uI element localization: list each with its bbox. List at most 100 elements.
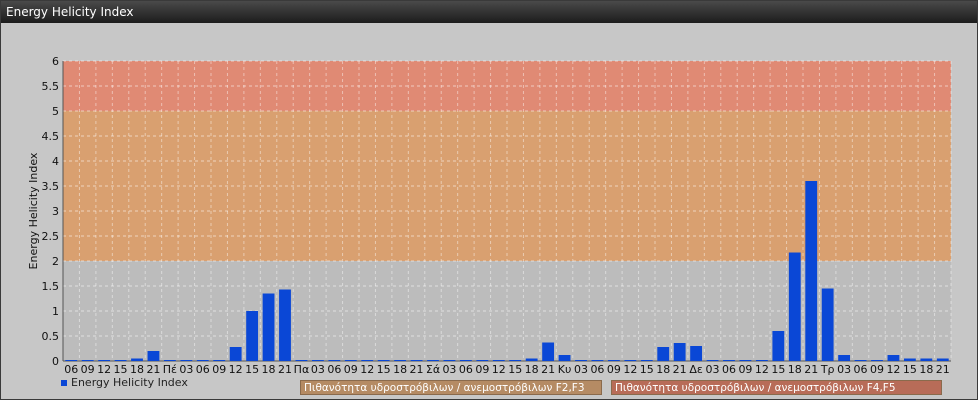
- bar: [936, 358, 949, 361]
- bar: [755, 360, 768, 361]
- bar: [706, 360, 719, 361]
- x-tick-label: Πα: [294, 363, 310, 376]
- bar: [196, 360, 209, 361]
- bar: [509, 360, 522, 361]
- x-tick-label: 03: [179, 363, 193, 376]
- bar: [476, 360, 489, 361]
- x-tick-label: 15: [771, 363, 785, 376]
- x-tick-label: 21: [936, 363, 950, 376]
- bar: [443, 360, 456, 361]
- bar: [114, 360, 127, 361]
- bar: [131, 358, 143, 361]
- bar: [262, 293, 275, 361]
- y-tick-label: 3: [52, 205, 59, 218]
- bar: [887, 355, 900, 361]
- legend-swatch: [61, 379, 67, 386]
- x-tick-label: 03: [837, 363, 851, 376]
- bar: [410, 360, 423, 361]
- bar: [920, 358, 933, 361]
- y-axis-label: Energy Helicity Index: [27, 152, 40, 269]
- y-tick-label: 2.5: [42, 230, 60, 243]
- x-tick-label: 06: [327, 363, 341, 376]
- x-tick-label: 21: [673, 363, 687, 376]
- x-tick-label: 15: [903, 363, 917, 376]
- x-tick-label: Σά: [426, 363, 440, 376]
- x-tick-label: 21: [410, 363, 424, 376]
- bar: [180, 360, 193, 361]
- bar: [427, 360, 439, 361]
- y-tick-label: 6: [52, 55, 59, 68]
- x-tick-label: 09: [344, 363, 358, 376]
- bar: [295, 360, 308, 361]
- y-tick-label: 4.5: [42, 130, 60, 143]
- bar: [805, 181, 818, 361]
- x-tick-label: 06: [854, 363, 868, 376]
- x-tick-label: 15: [245, 363, 259, 376]
- x-tick-label: 18: [919, 363, 933, 376]
- bar: [591, 360, 604, 361]
- bar: [246, 311, 259, 361]
- x-tick-label: 21: [146, 363, 160, 376]
- bar: [657, 347, 670, 361]
- y-tick-label: 2: [52, 255, 59, 268]
- bar: [81, 360, 94, 361]
- window-titlebar: Energy Helicity Index: [1, 1, 977, 23]
- bar: [854, 360, 867, 361]
- bar: [328, 360, 341, 361]
- bar: [640, 360, 653, 361]
- x-tick-label: 09: [212, 363, 226, 376]
- x-tick-label: 18: [393, 363, 407, 376]
- bar: [344, 360, 357, 361]
- x-tick-label: 12: [229, 363, 243, 376]
- y-tick-label: 1.5: [42, 280, 60, 293]
- x-tick-label: Δε: [689, 363, 703, 376]
- x-tick-label: 03: [311, 363, 325, 376]
- x-tick-label: 12: [886, 363, 900, 376]
- bar: [213, 360, 226, 361]
- x-tick-label: 06: [590, 363, 604, 376]
- bar: [903, 358, 916, 361]
- y-tick-label: 0.5: [42, 330, 60, 343]
- bar: [377, 360, 390, 361]
- x-tick-label: 15: [640, 363, 654, 376]
- x-tick-label: 12: [97, 363, 111, 376]
- bar: [575, 360, 587, 361]
- x-tick-label: 03: [574, 363, 588, 376]
- x-tick-label: 09: [81, 363, 95, 376]
- x-tick-label: 09: [738, 363, 752, 376]
- bar: [690, 346, 703, 361]
- bar: [788, 252, 801, 361]
- legend-label: Energy Helicity Index: [71, 376, 188, 389]
- chart-window: Energy Helicity Index 0 0.5 1 1.5 2 2.5 3 3.5 4 4…: [0, 0, 978, 400]
- x-tick-label: 12: [755, 363, 769, 376]
- bar: [673, 343, 686, 361]
- x-tick-label: 06: [196, 363, 210, 376]
- y-tick-label: 1: [52, 305, 59, 318]
- band-label-f2-f3[interactable]: Πιθανότητα υδροστρόβιλων / ανεμοστρόβιλω…: [300, 380, 602, 395]
- bar: [65, 360, 78, 361]
- x-tick-label: Κυ: [558, 363, 572, 376]
- band-label-f4-f5[interactable]: Πιθανότητα υδροστρόβιλων / ανεμοστρόβιλω…: [611, 380, 942, 395]
- bar: [821, 288, 834, 361]
- x-tick-label: 18: [130, 363, 144, 376]
- x-tick-label: 18: [656, 363, 670, 376]
- y-tick-label: 4: [52, 155, 59, 168]
- x-tick-label: 15: [377, 363, 391, 376]
- x-tick-label: 06: [64, 363, 78, 376]
- x-tick-label: 15: [508, 363, 522, 376]
- bar-chart: 0 0.5 1 1.5 2 2.5 3 3.5 4 4.5 5 5.5 6 Energy Helicity…: [27, 55, 952, 376]
- chart-panel: 0 0.5 1 1.5 2 2.5 3 3.5 4 4.5 5 5.5 6 Energy Helicity…: [1, 23, 977, 399]
- bar: [279, 289, 291, 361]
- x-tick-label: 15: [114, 363, 128, 376]
- bar: [772, 331, 785, 361]
- x-tick-label: 03: [706, 363, 720, 376]
- bar: [394, 360, 407, 361]
- x-tick-label: 09: [475, 363, 489, 376]
- chart-legend[interactable]: Energy Helicity Index: [61, 376, 188, 389]
- bar: [723, 360, 735, 361]
- bar: [558, 355, 571, 361]
- bar: [147, 351, 160, 361]
- bar: [492, 360, 505, 361]
- x-tick-label: 12: [623, 363, 637, 376]
- x-tick-label: 09: [870, 363, 884, 376]
